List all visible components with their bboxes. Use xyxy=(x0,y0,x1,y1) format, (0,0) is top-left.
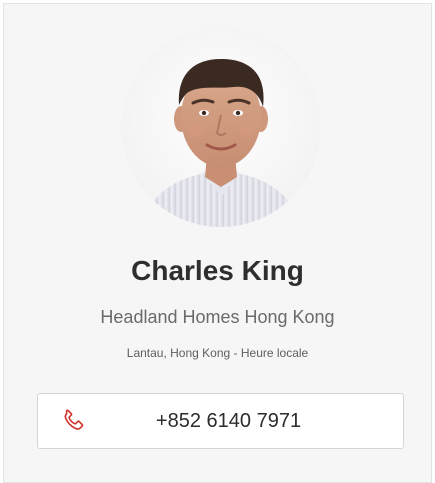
avatar xyxy=(121,27,321,227)
phone-number: +852 6140 7971 xyxy=(155,410,302,432)
avatar-photo xyxy=(121,27,321,227)
agent-company: Headland Homes Hong Kong xyxy=(100,307,335,327)
agent-name: Charles King xyxy=(131,255,304,286)
agent-location: Lantau, Hong Kong - Heure locale xyxy=(126,346,309,360)
agent-card: Charles King Headland Homes Hong Kong La… xyxy=(3,3,432,483)
phone-button[interactable]: +852 6140 7971 xyxy=(37,393,404,449)
